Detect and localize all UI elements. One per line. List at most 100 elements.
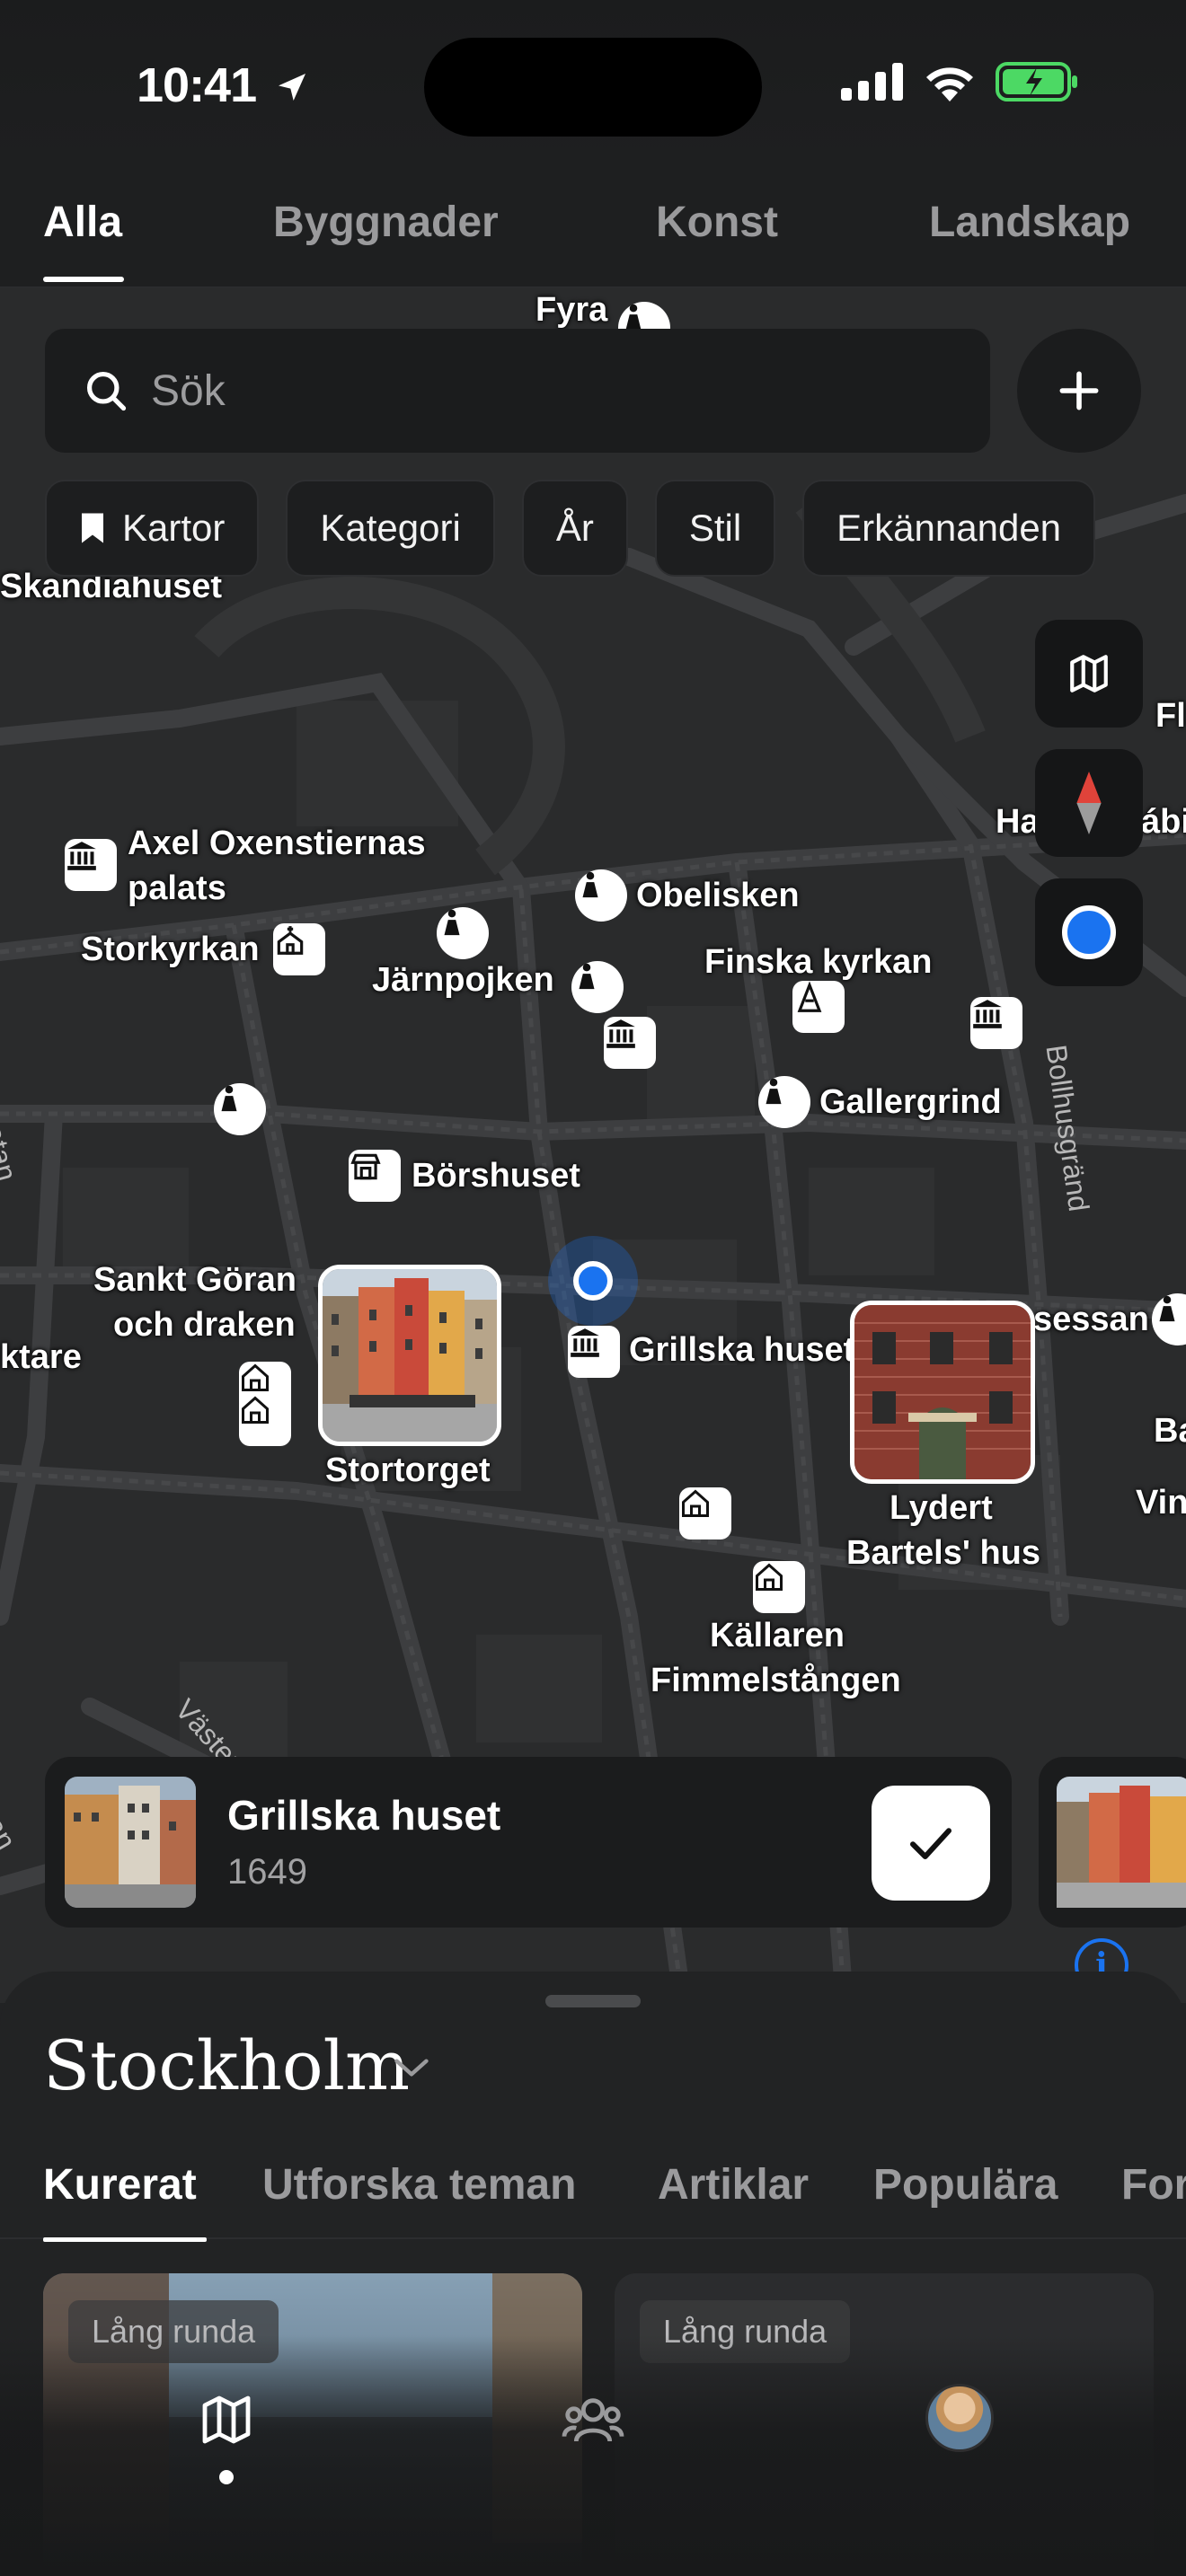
- content-tabs: Kurerat Utforska teman Artiklar Populära…: [0, 2122, 1186, 2239]
- city-selector[interactable]: Stockholm: [43, 2025, 410, 2105]
- poi-label-ba[interactable]: Ba: [1154, 1408, 1186, 1453]
- next-place-card[interactable]: [1039, 1757, 1186, 1928]
- avatar[interactable]: [925, 2384, 994, 2452]
- tab-utforska-teman[interactable]: Utforska teman: [262, 2160, 576, 2210]
- statue-icon[interactable]: [214, 1083, 266, 1135]
- poi-label-stortorget[interactable]: Stortorget: [325, 1448, 491, 1493]
- people-icon: [562, 2398, 624, 2442]
- status-bar: 10:41: [0, 0, 1186, 162]
- house-icon[interactable]: [239, 1394, 291, 1446]
- stortorget-photo[interactable]: [318, 1265, 501, 1446]
- add-button[interactable]: [1017, 329, 1141, 453]
- poi-label-sankt-goran[interactable]: Sankt Göran: [93, 1257, 296, 1302]
- chip-kategori[interactable]: Kategori: [286, 480, 495, 577]
- poi-label-storkyrkan[interactable]: Storkyrkan: [81, 927, 260, 972]
- lydert-bartels-photo[interactable]: [850, 1301, 1035, 1484]
- my-location-dot: [573, 1261, 613, 1301]
- nav-map[interactable]: [190, 2384, 262, 2456]
- poi-label-fl[interactable]: Fl: [1155, 693, 1186, 738]
- poi-label-ha[interactable]: Ha: [996, 799, 1040, 844]
- chip-stil-label: Stil: [688, 507, 742, 549]
- check-icon: [910, 1828, 951, 1859]
- poi-label-grillska-huset[interactable]: Grillska huset: [629, 1328, 854, 1372]
- chip-stil[interactable]: Stil: [654, 480, 776, 577]
- chip-ar[interactable]: År: [521, 480, 628, 577]
- museum-icon[interactable]: [568, 1326, 620, 1378]
- location-arrow-icon: [279, 74, 306, 101]
- map-style-button[interactable]: [1035, 620, 1143, 728]
- compass-icon: [1076, 772, 1102, 834]
- active-tab-indicator: [219, 2470, 234, 2484]
- poi-label-bartels-hus[interactable]: Bartels' hus: [846, 1531, 1040, 1575]
- chip-kategori-label: Kategori: [320, 507, 461, 549]
- sheet-grabber[interactable]: [545, 1995, 641, 2007]
- poi-label-gallergrind[interactable]: Gallergrind: [819, 1080, 1002, 1125]
- mark-visited-button[interactable]: [872, 1786, 990, 1901]
- tab-populara[interactable]: Populära: [873, 2160, 1058, 2210]
- tab-bar: [0, 2335, 1186, 2576]
- museum-icon[interactable]: [970, 997, 1022, 1049]
- signal-icon: [841, 63, 903, 101]
- my-location-icon: [1062, 905, 1116, 959]
- tab-konst[interactable]: Konst: [656, 198, 778, 247]
- map-tab-icon: [202, 2395, 251, 2444]
- filter-chips: Kartor Kategori År Stil Erkännanden: [45, 480, 1096, 577]
- compass-button[interactable]: [1035, 749, 1143, 857]
- church-icon[interactable]: [273, 923, 325, 975]
- tab-alla[interactable]: Alla: [43, 198, 122, 247]
- tab-kurerat[interactable]: Kurerat: [43, 2160, 197, 2210]
- poi-label-ktare[interactable]: ktare: [0, 1335, 82, 1380]
- poi-label-borshuset[interactable]: Börshuset: [412, 1153, 580, 1198]
- shop-icon[interactable]: [349, 1150, 401, 1202]
- selected-place-card[interactable]: Grillska huset 1649: [45, 1757, 1012, 1928]
- church-icon[interactable]: [792, 981, 845, 1033]
- poi-label-kallaren[interactable]: Källaren: [710, 1613, 845, 1658]
- poi-label-abi[interactable]: ábi: [1141, 799, 1186, 844]
- chip-ar-label: År: [555, 507, 594, 549]
- poi-label-lydert[interactable]: Lydert: [890, 1486, 993, 1531]
- my-location-button[interactable]: [1035, 878, 1143, 986]
- plus-icon: [1059, 371, 1099, 410]
- category-tabs: Alla Byggnader Konst Landskap: [0, 162, 1186, 287]
- poi-label-och-draken[interactable]: och draken: [113, 1302, 296, 1347]
- search-icon: [86, 371, 127, 411]
- tab-artiklar[interactable]: Artiklar: [658, 2160, 809, 2210]
- statue-icon[interactable]: [437, 907, 489, 959]
- poi-label-palats[interactable]: palats: [128, 866, 226, 911]
- tab-for[interactable]: For: [1121, 2160, 1186, 2210]
- statue-icon[interactable]: [758, 1076, 810, 1128]
- search-input[interactable]: Sök: [45, 329, 990, 453]
- poi-label-fimmelstangen[interactable]: Fimmelstången: [651, 1658, 901, 1703]
- chip-kartor[interactable]: Kartor: [45, 480, 260, 577]
- chip-erkannanden-label: Erkännanden: [836, 507, 1062, 549]
- chevron-down-icon[interactable]: [392, 2054, 431, 2081]
- tab-landskap[interactable]: Landskap: [929, 198, 1130, 247]
- clock: 10:41: [137, 57, 310, 113]
- map-view[interactable]: Bollhusgränd Västerlå gatan atan Fyra Sk…: [0, 0, 1186, 2003]
- tab-byggnader[interactable]: Byggnader: [273, 198, 499, 247]
- house-icon[interactable]: [679, 1487, 731, 1539]
- nav-community[interactable]: [557, 2384, 629, 2456]
- card-title: Grillska huset: [227, 1792, 501, 1839]
- card-year: 1649: [227, 1852, 307, 1892]
- poi-label-vin[interactable]: Vin: [1136, 1480, 1186, 1525]
- poi-label-axel-oxenstiernas[interactable]: Axel Oxenstiernas: [128, 821, 426, 866]
- content-tab-underline: [43, 2237, 207, 2242]
- statue-icon[interactable]: [571, 961, 624, 1013]
- statue-icon[interactable]: [575, 869, 627, 922]
- poi-label-jarnpojken[interactable]: Järnpojken: [372, 957, 554, 1002]
- museum-icon[interactable]: [604, 1017, 656, 1069]
- poi-label-finska-kyrkan[interactable]: Finska kyrkan: [704, 940, 932, 984]
- poi-label-sessan[interactable]: sessan: [1033, 1297, 1149, 1342]
- search-placeholder: Sök: [151, 366, 226, 415]
- house-icon[interactable]: [753, 1561, 805, 1613]
- tab-underline: [43, 277, 124, 282]
- map-icon: [1070, 655, 1108, 693]
- poi-label-fyra[interactable]: Fyra: [535, 287, 607, 332]
- clock-text: 10:41: [137, 58, 257, 112]
- chip-kartor-label: Kartor: [122, 507, 226, 549]
- wifi-icon: [926, 67, 973, 101]
- museum-icon[interactable]: [65, 839, 117, 891]
- chip-erkannanden[interactable]: Erkännanden: [802, 480, 1096, 577]
- poi-label-obelisken[interactable]: Obelisken: [636, 873, 800, 918]
